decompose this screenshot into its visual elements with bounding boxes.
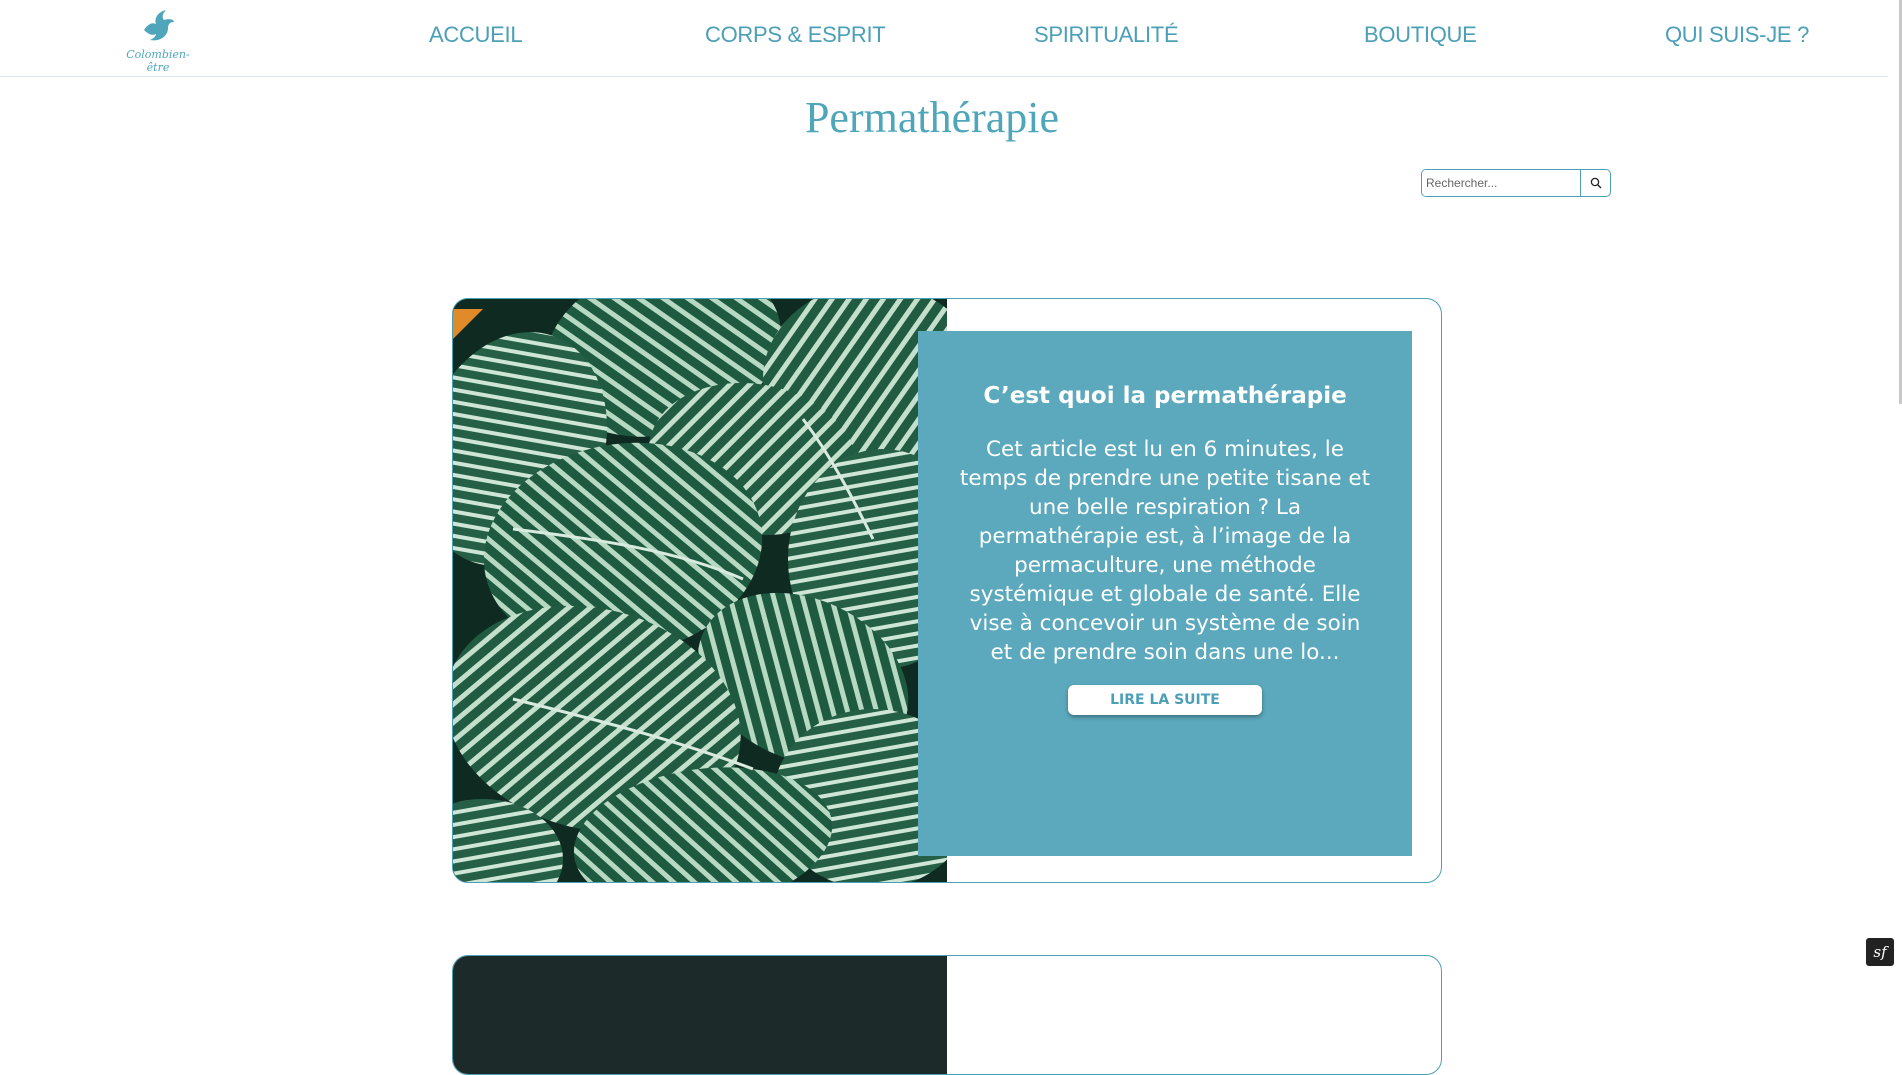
post-image-leaves[interactable] <box>453 299 947 882</box>
nav-boutique[interactable]: BOUTIQUE <box>1364 22 1477 48</box>
search-icon <box>1590 177 1601 189</box>
post-card[interactable]: C’est quoi la permathérapie Cet article … <box>452 298 1442 883</box>
read-more-button[interactable]: LIRE LA SUITE <box>1068 685 1262 715</box>
search-button[interactable] <box>1580 170 1610 196</box>
nav-corps-esprit[interactable]: CORPS & ESPRIT <box>705 22 886 48</box>
nav-accueil[interactable]: ACCUEIL <box>429 22 523 48</box>
symfony-toolbar-icon[interactable]: sf <box>1866 938 1894 966</box>
nav-spiritualite[interactable]: SPIRITUALITÉ <box>1034 22 1179 48</box>
post-excerpt: Cet article est lu en 6 minutes, le temp… <box>959 437 1371 665</box>
logo-text: Colombien-être <box>126 48 190 74</box>
site-logo[interactable]: Colombien-être <box>118 8 198 74</box>
site-header: Colombien-être ACCUEIL CORPS & ESPRIT SP… <box>0 0 1902 77</box>
dove-logo-icon <box>144 10 174 41</box>
search-box <box>1421 169 1611 197</box>
post-card[interactable] <box>452 955 1442 1075</box>
post-summary-panel: C’est quoi la permathérapie Cet article … <box>918 331 1412 856</box>
page-title: Permathérapie <box>804 93 1060 142</box>
post-image[interactable] <box>453 956 947 1074</box>
search-input[interactable] <box>1422 170 1580 196</box>
post-title[interactable]: C’est quoi la permathérapie <box>958 383 1372 409</box>
nav-qui-suis-je[interactable]: QUI SUIS-JE ? <box>1665 22 1809 48</box>
leaves-illustration <box>453 299 947 882</box>
